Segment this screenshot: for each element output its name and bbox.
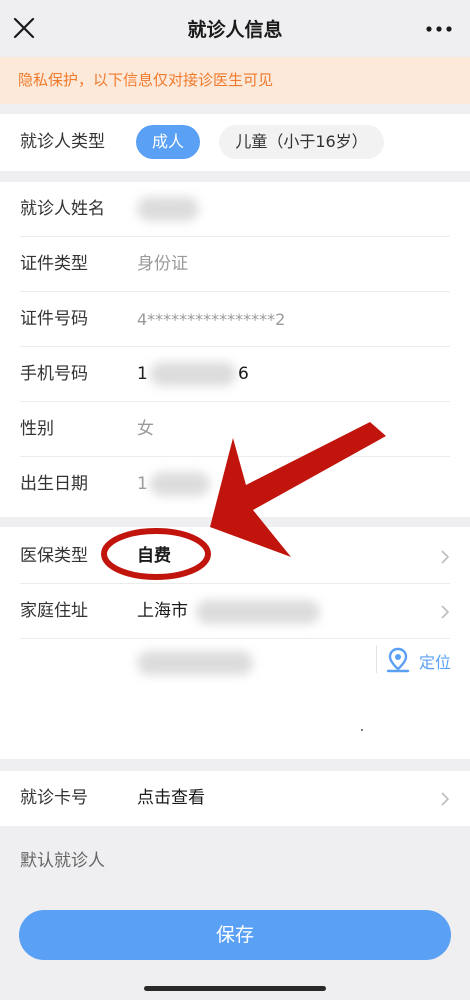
address-row[interactable]: 家庭住址 上海市 (0, 584, 470, 639)
patient-type-label: 就诊人类型 (20, 132, 105, 152)
more-icon[interactable] (426, 26, 452, 32)
phone-value-end: 6 (238, 364, 249, 384)
locate-button[interactable]: 定位 (419, 649, 451, 673)
insurance-address-card: 医保类型 自费 家庭住址 上海市 定位 (0, 527, 470, 759)
home-indicator (144, 986, 326, 991)
insurance-label: 医保类型 (20, 546, 88, 566)
default-patient-label: 默认就诊人 (20, 851, 105, 871)
name-label: 就诊人姓名 (20, 199, 105, 219)
birth-row: 出生日期 1 (0, 457, 470, 512)
birth-redacted (150, 472, 210, 496)
medical-card-card: 就诊卡号 点击查看 (0, 771, 470, 826)
id-type-label: 证件类型 (20, 254, 88, 274)
page-title: 就诊人信息 (187, 19, 283, 41)
id-number-label: 证件号码 (20, 309, 88, 329)
name-row[interactable]: 就诊人姓名 (0, 182, 470, 237)
chevron-right-icon (441, 605, 450, 619)
divider (376, 645, 377, 673)
birth-value-start: 1 (137, 474, 148, 494)
dot (361, 729, 363, 731)
phone-value-start: 1 (137, 364, 148, 384)
id-number-value: 4****************2 (137, 310, 286, 329)
gender-label: 性别 (20, 419, 54, 439)
insurance-value: 自费 (137, 546, 171, 566)
phone-label: 手机号码 (20, 364, 88, 384)
chevron-right-icon (441, 792, 450, 806)
personal-info-card: 就诊人姓名 证件类型 身份证 证件号码 4****************2 手… (0, 182, 470, 517)
chevron-right-icon (441, 550, 450, 564)
privacy-notice: 隐私保护，以下信息仅对接诊医生可见 (0, 57, 470, 104)
name-redacted (137, 197, 199, 221)
birth-label: 出生日期 (20, 474, 88, 494)
patient-type-adult[interactable]: 成人 (136, 125, 200, 159)
phone-redacted (150, 362, 236, 386)
nav-bar: 就诊人信息 (0, 0, 470, 57)
address-detail-redacted[interactable] (137, 651, 253, 675)
phone-row[interactable]: 手机号码 1 6 (0, 347, 470, 402)
insurance-row[interactable]: 医保类型 自费 (0, 529, 470, 584)
address-label: 家庭住址 (20, 601, 88, 621)
card-value[interactable]: 点击查看 (137, 771, 205, 826)
id-number-row: 证件号码 4****************2 (0, 292, 470, 347)
address-redacted (196, 600, 320, 624)
id-type-value: 身份证 (137, 254, 188, 274)
id-type-row: 证件类型 身份证 (0, 237, 470, 292)
gender-row: 性别 女 (0, 402, 470, 457)
gender-value: 女 (137, 419, 154, 439)
address-value: 上海市 (137, 601, 188, 621)
patient-type-child[interactable]: 儿童（小于16岁） (219, 125, 384, 159)
save-button[interactable]: 保存 (19, 910, 451, 960)
card-label: 就诊卡号 (20, 788, 88, 808)
location-pin-icon[interactable] (386, 647, 410, 673)
card-row[interactable]: 就诊卡号 点击查看 (0, 771, 470, 826)
